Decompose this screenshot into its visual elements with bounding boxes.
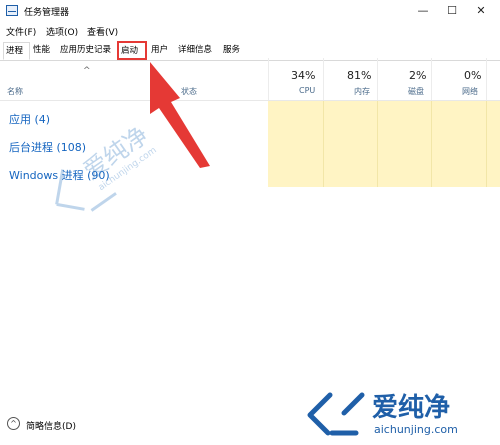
brand-name: 爱纯净 — [372, 393, 451, 423]
brand-logo-icon — [307, 392, 365, 436]
watermark-brand: 爱纯净 aichunjing.com — [302, 385, 496, 441]
watermark-logo-icon: 爱纯净 aichunjing.com — [55, 121, 159, 212]
collapse-icon[interactable]: ^ — [7, 417, 20, 430]
fewer-details-link[interactable]: 简略信息(D) — [26, 419, 76, 432]
brand-url: aichunjing.com — [374, 423, 458, 436]
